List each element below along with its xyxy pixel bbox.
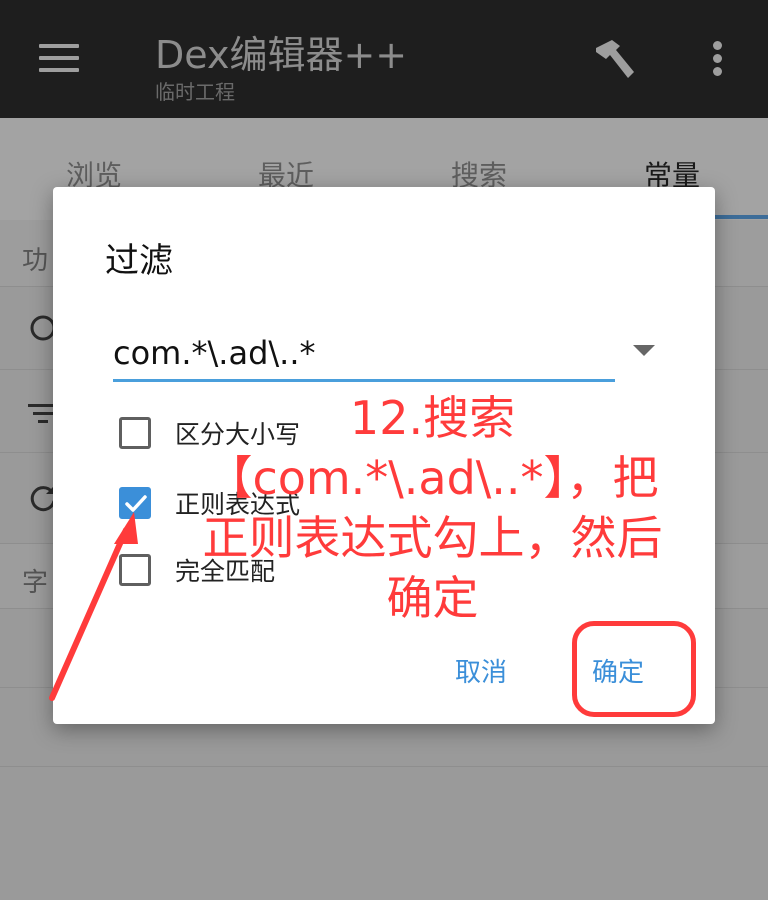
instruction-annotation: 12.搜索 【com.*\.ad\..*】，把 正则表达式勾上，然后 确定	[202, 391, 663, 625]
cancel-button[interactable]: 取消	[455, 652, 507, 689]
more-options-icon[interactable]	[712, 41, 724, 77]
regex-checkbox[interactable]	[119, 487, 151, 519]
bg-section-label: 字	[22, 568, 49, 598]
app-subtitle: 临时工程	[155, 80, 235, 104]
dialog-title: 过滤	[105, 241, 173, 281]
case-sensitive-checkbox[interactable]	[119, 417, 151, 449]
app-title: Dex编辑器++	[155, 33, 408, 77]
checkmark-icon	[125, 495, 147, 512]
exact-match-checkbox[interactable]	[119, 554, 151, 586]
ok-highlight-box	[572, 621, 696, 717]
dropdown-arrow-icon[interactable]	[633, 345, 655, 356]
screen: Dex编辑器++ 临时工程 浏览 最近 搜索 常量 功 字 过滤 com.*\.…	[0, 0, 768, 900]
menu-icon[interactable]	[39, 44, 79, 72]
app-bar: Dex编辑器++ 临时工程	[0, 0, 768, 118]
filter-input[interactable]	[113, 327, 615, 382]
hammer-icon[interactable]	[590, 38, 640, 80]
bg-section-label: 功	[22, 246, 49, 276]
